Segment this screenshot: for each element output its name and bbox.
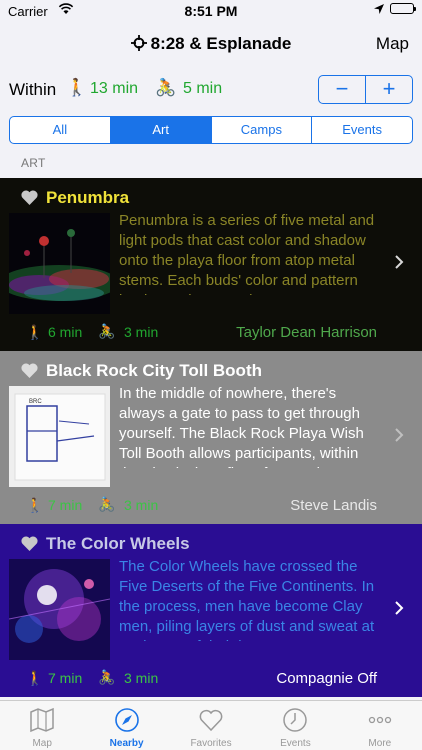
item-thumbnail: BRC [9,386,110,487]
segment-camps[interactable]: Camps [212,117,313,143]
map-icon [30,707,54,733]
tab-map[interactable]: Map [0,701,84,750]
tab-nearby[interactable]: Nearby [84,701,168,750]
page-title: 8:28 & Esplanade [0,34,422,54]
chevron-right-icon [395,601,404,615]
item-description: In the middle of nowhere, there's always… [119,385,364,468]
favorite-heart-icon[interactable] [21,536,38,551]
walking-icon: 🚶 [26,670,44,686]
list-item[interactable]: Penumbra Penumbra is a series of five me… [0,178,422,351]
walk-time: 7 min [48,670,83,686]
tab-more[interactable]: More [338,701,422,750]
tab-label: Map [32,738,52,749]
bike-time: 3 min [124,670,159,686]
heart-icon [199,709,223,732]
compass-icon [114,708,139,732]
item-host: Taylor Dean Harrison [236,324,377,341]
tab-label: Nearby [109,738,144,749]
segment-events[interactable]: Events [312,117,412,143]
item-thumbnail [9,559,110,660]
favorite-heart-icon[interactable] [21,190,38,205]
item-host: Compagnie Off [276,670,377,687]
distance-filter: Within 🚶 13 min 🚴 5 min − + [0,66,422,112]
increase-button[interactable]: + [366,76,412,103]
svg-text:BRC: BRC [29,399,42,405]
bicycle-icon: 🚴 [98,496,116,512]
page-title-text: 8:28 & Esplanade [150,34,292,53]
battery-icon [390,3,416,14]
map-button[interactable]: Map [376,34,409,54]
bike-time: 5 min [183,80,223,97]
bike-time: 3 min [124,497,159,513]
walking-icon: 🚶 [26,324,44,340]
chevron-right-icon [395,428,404,442]
walking-icon: 🚶 [26,497,44,513]
bike-time: 3 min [124,324,159,340]
list-item[interactable]: Black Rock City Toll Booth BRC In the mi… [0,351,422,524]
tab-bar: Map Nearby Favorites Events More [0,700,422,750]
item-title: The Color Wheels [46,534,190,553]
bicycle-icon: 🚴 [155,78,177,97]
item-thumbnail [9,213,110,314]
category-segmented-control: All Art Camps Events [9,116,413,144]
tab-label: Favorites [190,738,232,749]
tab-events[interactable]: Events [253,701,337,750]
crosshair-icon [130,35,147,51]
bicycle-icon: 🚴 [98,669,116,685]
item-title: Penumbra [46,188,130,207]
walk-time: 6 min [48,324,83,340]
navigation-bar: 8:28 & Esplanade Map [0,22,422,66]
tab-label: More [368,738,392,749]
item-description: Penumbra is a series of five metal and l… [119,212,375,295]
walk-time: 7 min [48,497,83,513]
status-time: 8:51 PM [184,3,238,19]
more-icon [368,716,391,724]
segment-all[interactable]: All [10,117,111,143]
section-header: ART [21,156,46,170]
item-description: The Color Wheels have crossed the Five D… [119,558,375,641]
chevron-right-icon [395,255,404,269]
distance-stepper: − + [318,75,413,104]
list-item[interactable]: The Color Wheels The Color Wheels have c… [0,524,422,697]
segment-art[interactable]: Art [110,117,212,143]
bicycle-icon: 🚴 [98,323,116,339]
walking-icon: 🚶 [66,78,88,97]
decrease-button[interactable]: − [319,76,366,103]
tab-label: Events [280,738,311,749]
within-label: Within [9,80,57,99]
clock-icon [283,708,308,732]
item-host: Steve Landis [290,497,377,514]
item-title: Black Rock City Toll Booth [46,361,262,380]
location-arrow-icon [374,3,384,14]
walk-time: 13 min [90,80,139,97]
status-bar: Carrier 8:51 PM [0,0,422,22]
favorite-heart-icon[interactable] [21,363,38,378]
tab-favorites[interactable]: Favorites [169,701,253,750]
